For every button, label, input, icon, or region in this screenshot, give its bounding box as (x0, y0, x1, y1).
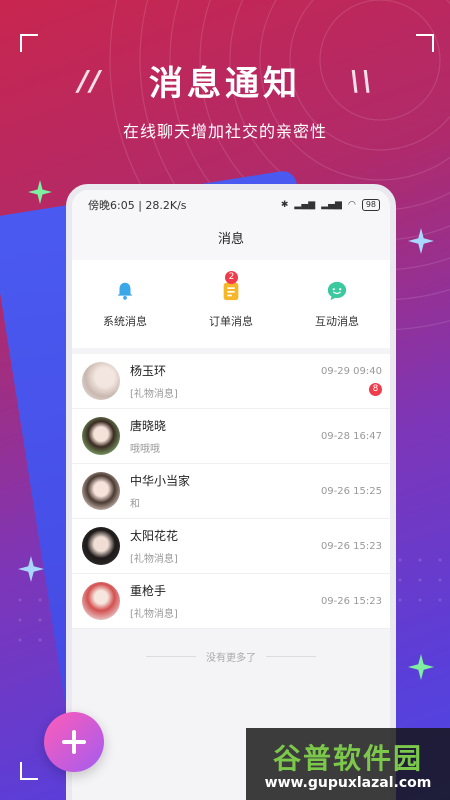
watermark: 谷普软件园 www.gupuxlazal.com (246, 728, 450, 800)
message-preview: [礼物消息] (130, 609, 178, 620)
contact-name: 中华小当家 (130, 474, 191, 488)
sparkle-icon (408, 228, 434, 254)
signal-icon: ▂▄▆ (321, 200, 342, 210)
divider (266, 656, 316, 657)
divider (146, 656, 196, 657)
contact-name: 太阳花花 (130, 529, 179, 543)
frame-corner-bottom-left (20, 762, 38, 780)
order-unread-badge: 2 (225, 271, 238, 284)
tab-order-messages[interactable]: 2 订单消息 (209, 271, 253, 329)
tab-label: 系统消息 (103, 315, 147, 328)
status-icons: ✱ ▂▄▆ ▂▄▆ ◠ 98 (281, 199, 380, 211)
message-time: 09-28 16:47 (320, 430, 382, 442)
message-preview: [礼物消息] (130, 554, 178, 565)
contact-name: 重枪手 (130, 584, 167, 598)
avatar (82, 472, 120, 510)
message-time: 09-26 15:23 (320, 595, 382, 607)
list-item[interactable]: 唐晓晓 哦哦哦 09-28 16:47 (72, 409, 390, 464)
contact-name: 杨玉环 (130, 364, 167, 378)
add-button[interactable] (44, 712, 104, 772)
contact-name: 唐晓晓 (130, 419, 167, 433)
signal-icon: ▂▄▆ (294, 200, 316, 210)
phone-screen: 傍晚6:05 | 28.2K/s ✱ ▂▄▆ ▂▄▆ ◠ 98 消息 系统消息 … (66, 184, 396, 800)
tab-label: 互动消息 (315, 315, 359, 328)
chat-smile-icon (325, 279, 349, 303)
list-item[interactable]: 杨玉环 [礼物消息] 09-29 09:40 8 (72, 354, 390, 409)
avatar (82, 362, 120, 400)
message-preview: [礼物消息] (130, 389, 178, 400)
sparkle-icon (408, 654, 434, 680)
no-more-label: 没有更多了 (206, 653, 256, 664)
bluetooth-icon: ✱ (280, 200, 289, 210)
wifi-icon: ◠ (347, 200, 356, 210)
list-item[interactable]: 太阳花花 [礼物消息] 09-26 15:23 (72, 519, 390, 574)
list-item[interactable]: 重枪手 [礼物消息] 09-26 15:23 (72, 574, 390, 629)
plus-icon (62, 730, 86, 754)
list-item[interactable]: 中华小当家 和 09-26 15:25 (72, 464, 390, 519)
status-bar: 傍晚6:05 | 28.2K/s ✱ ▂▄▆ ▂▄▆ ◠ 98 (72, 190, 390, 220)
message-preview: 和 (130, 499, 140, 510)
list-end-note: 没有更多了 (72, 629, 390, 664)
tab-interaction-messages[interactable]: 互动消息 (315, 279, 359, 329)
status-time: 傍晚6:05 | 28.2K/s (88, 199, 187, 212)
message-time: 09-29 09:40 (320, 366, 382, 377)
tab-label: 订单消息 (209, 315, 253, 328)
avatar (82, 582, 120, 620)
frame-corner-top-left (20, 34, 38, 52)
battery-icon: 98 (361, 199, 380, 211)
watermark-title: 谷普软件园 (272, 742, 423, 775)
avatar (82, 417, 120, 455)
sparkle-icon (18, 556, 44, 582)
message-time: 09-26 15:25 (320, 485, 382, 497)
frame-corner-top-right (416, 34, 434, 52)
tab-system-messages[interactable]: 系统消息 (103, 279, 147, 329)
page-title: 消息 (72, 220, 390, 260)
sparkle-icon (28, 180, 52, 204)
watermark-url: www.gupuxlazal.com (264, 775, 432, 791)
unread-badge: 8 (369, 383, 382, 396)
message-category-tabs: 系统消息 2 订单消息 互动消息 (72, 260, 390, 348)
headline-decoration-right: \ \ (349, 64, 372, 97)
promo-headline: 消息通知 (149, 64, 301, 104)
bell-icon (113, 279, 137, 303)
avatar (82, 527, 120, 565)
message-time: 09-26 15:23 (320, 540, 382, 552)
conversation-list: 杨玉环 [礼物消息] 09-29 09:40 8 唐晓晓 哦哦哦 09-28 1… (72, 354, 390, 629)
message-preview: 哦哦哦 (130, 444, 160, 455)
promo-subtitle: 在线聊天增加社交的亲密性 (122, 122, 327, 141)
